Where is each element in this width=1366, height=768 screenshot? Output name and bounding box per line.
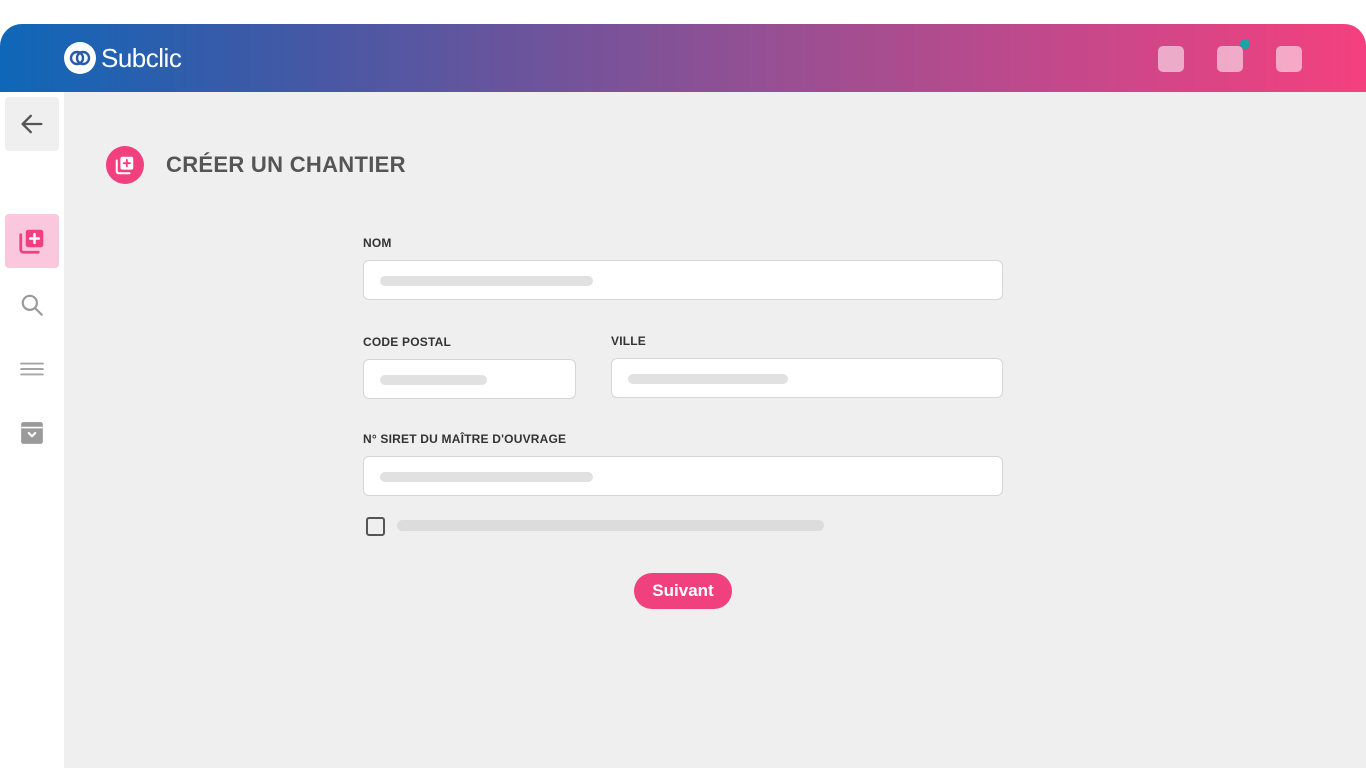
nom-input[interactable] [363, 260, 1003, 300]
add-library-icon [19, 229, 44, 254]
ville-input[interactable] [611, 358, 1003, 398]
next-button[interactable]: Suivant [634, 573, 732, 609]
menu-lines-icon [20, 362, 44, 376]
sidebar [0, 92, 64, 768]
brand-logo[interactable]: Subclic [64, 42, 182, 74]
search-icon [21, 294, 43, 316]
notification-dot [1240, 39, 1250, 49]
code-postal-input[interactable] [363, 359, 576, 399]
ville-label: VILLE [611, 334, 647, 348]
input-placeholder-bar [628, 374, 788, 384]
input-placeholder-bar [380, 472, 593, 482]
subclic-logo-icon [64, 42, 96, 74]
input-placeholder-bar [380, 375, 487, 385]
sidebar-item-search[interactable] [5, 278, 59, 332]
app-window: Subclic CRÉER UN CHANTIER NOM CODE POSTA… [0, 24, 1366, 768]
header-notification-icon[interactable] [1217, 39, 1250, 72]
input-placeholder-bar [380, 276, 593, 286]
checkbox-label-placeholder [397, 520, 824, 531]
top-bar: Subclic [0, 24, 1366, 92]
page-header: CRÉER UN CHANTIER [106, 146, 406, 184]
sidebar-item-archive[interactable] [5, 406, 59, 460]
sidebar-item-list[interactable] [5, 342, 59, 396]
back-button[interactable] [5, 97, 59, 151]
page-add-icon [106, 146, 144, 184]
code-postal-label: CODE POSTAL [363, 335, 451, 349]
brand-name: Subclic [101, 42, 182, 73]
siret-label: N° SIRET DU MAÎTRE D'OUVRAGE [363, 432, 567, 446]
nom-label: NOM [363, 236, 392, 250]
siret-input[interactable] [363, 456, 1003, 496]
archive-icon [21, 422, 43, 444]
arrow-left-icon [21, 114, 43, 134]
page-title: CRÉER UN CHANTIER [166, 152, 406, 177]
sidebar-item-new-site[interactable] [5, 214, 59, 268]
header-icon-1[interactable] [1158, 46, 1184, 72]
header-icon-3[interactable] [1276, 46, 1302, 72]
form-checkbox[interactable] [366, 517, 385, 536]
